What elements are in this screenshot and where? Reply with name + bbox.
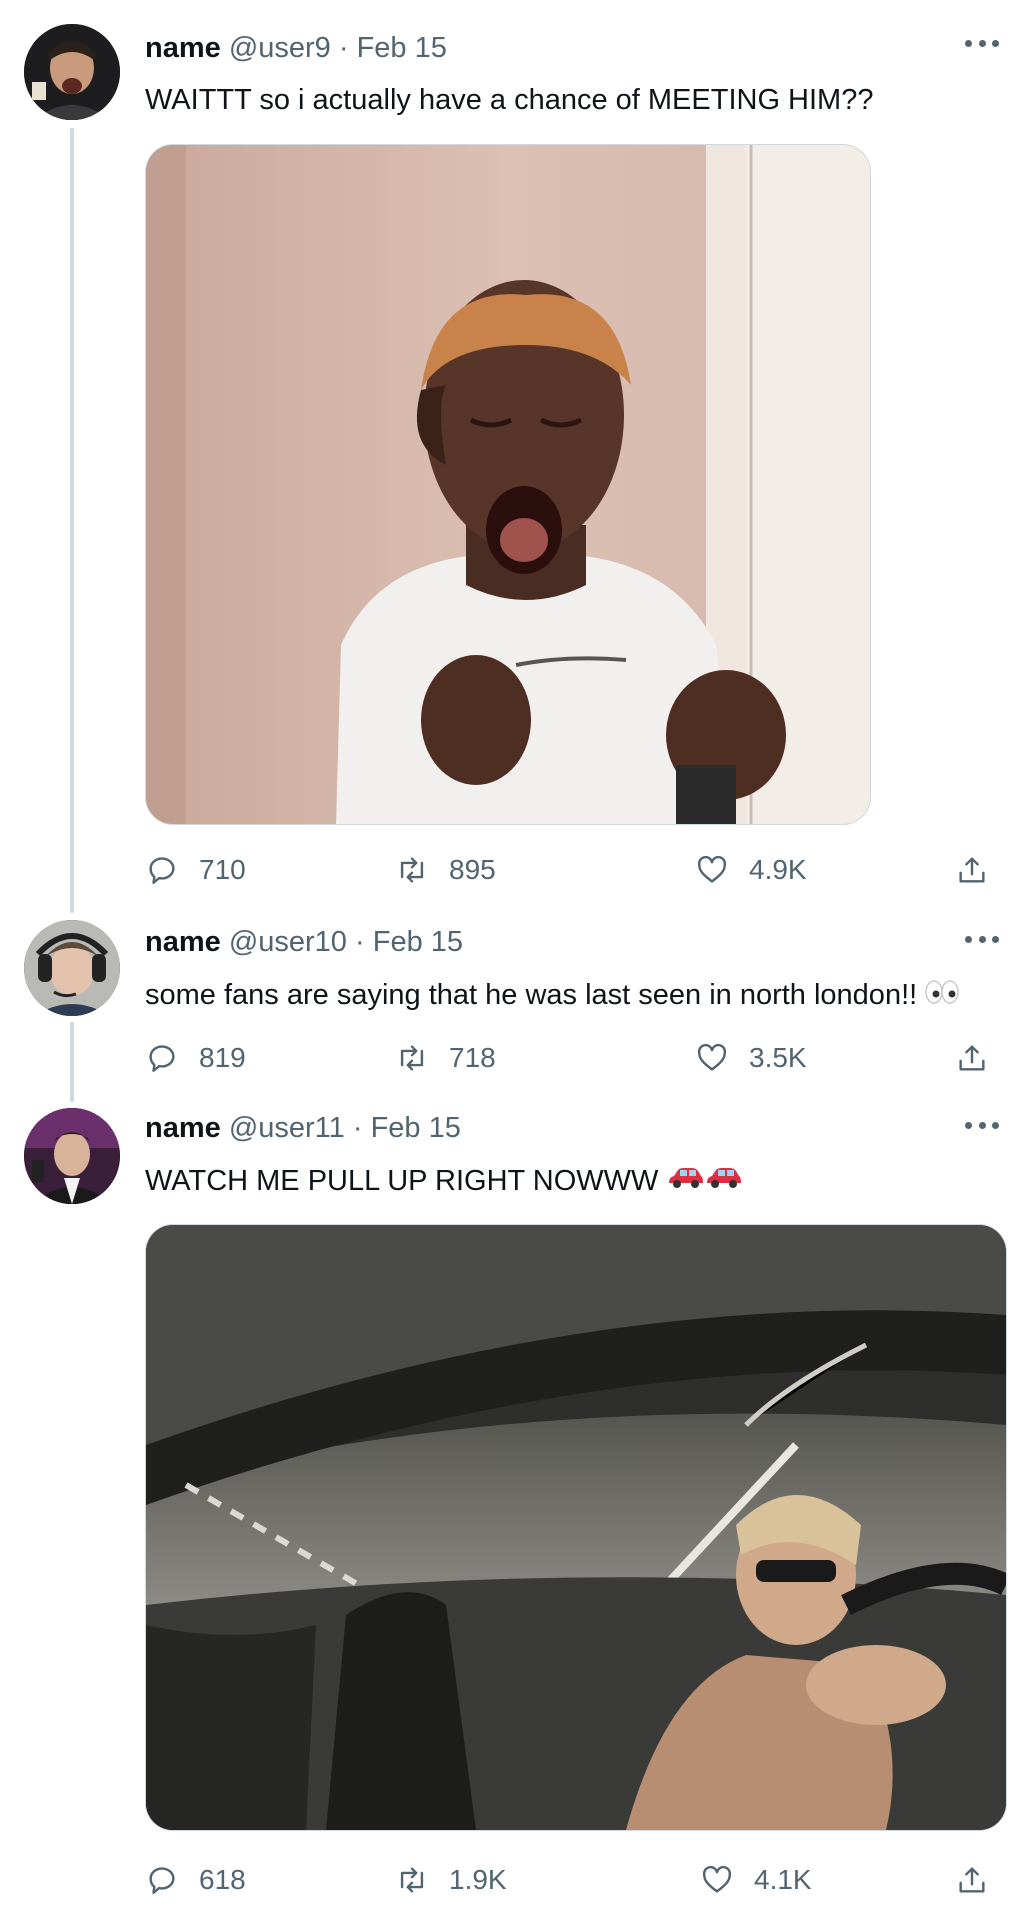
- tweet-text-content: some fans are saying that he was last se…: [145, 979, 918, 1011]
- like-count: 3.5K: [749, 1042, 807, 1073]
- retweet-icon: [400, 1045, 424, 1071]
- avatar[interactable]: [24, 24, 120, 120]
- tweet-actions: 618 1.9K 4.1K: [145, 1860, 1005, 1900]
- reply-icon: [149, 1867, 175, 1894]
- thread-line: [70, 1022, 74, 1102]
- share-icon: [959, 1045, 985, 1071]
- retweet-count: 1.9K: [449, 1864, 507, 1895]
- share-icon: [959, 857, 985, 883]
- like-button[interactable]: 4.1K: [700, 1860, 812, 1900]
- reply-count: 618: [199, 1864, 246, 1895]
- tweet-media-photo[interactable]: [145, 144, 871, 825]
- thread-line: [70, 128, 74, 913]
- more-options-icon[interactable]: [965, 1120, 999, 1130]
- handle[interactable]: @user11: [229, 1112, 345, 1144]
- retweet-icon: [400, 857, 424, 883]
- tweet-text: WAITTT so i actually have a chance of ME…: [145, 84, 874, 116]
- more-options-icon[interactable]: [965, 934, 999, 944]
- display-name[interactable]: name: [145, 32, 221, 64]
- share-button[interactable]: [955, 1860, 989, 1900]
- share-icon: [959, 1867, 985, 1893]
- reply-icon: [149, 1045, 175, 1072]
- reply-button[interactable]: 618: [145, 1860, 246, 1900]
- car-icon: [666, 1163, 744, 1201]
- tweet-actions: 819 718 3.5K: [145, 1038, 1005, 1078]
- like-button[interactable]: 4.9K: [695, 850, 807, 890]
- tweet-text: WATCH ME PULL UP RIGHT NOWWW: [145, 1162, 744, 1201]
- tweet-actions: 710 895 4.9K: [145, 850, 1005, 890]
- tweet-header: name @user11 · Feb 15: [145, 1110, 461, 1146]
- like-count: 4.1K: [754, 1864, 812, 1895]
- heart-icon: [702, 1865, 732, 1893]
- reply-icon: [149, 857, 175, 884]
- tweet-date[interactable]: Feb 15: [371, 1112, 461, 1144]
- retweet-count: 895: [449, 854, 496, 885]
- tweet-text: some fans are saying that he was last se…: [145, 976, 959, 1015]
- reply-count: 819: [199, 1042, 246, 1073]
- reply-button[interactable]: 819: [145, 1038, 246, 1078]
- heart-icon: [697, 855, 727, 883]
- reply-button[interactable]: 710: [145, 850, 246, 890]
- tweet-1[interactable]: name @user9 · Feb 15 WAITTT so i actuall…: [0, 0, 1027, 920]
- share-button[interactable]: [955, 1038, 989, 1078]
- tweet-date[interactable]: Feb 15: [373, 926, 463, 958]
- retweet-button[interactable]: 718: [395, 1038, 496, 1078]
- tweet-text-content: WATCH ME PULL UP RIGHT NOWWW: [145, 1165, 659, 1197]
- like-count: 4.9K: [749, 854, 807, 885]
- retweet-icon: [400, 1867, 424, 1893]
- reply-count: 710: [199, 854, 246, 885]
- tweet-header: name @user10 · Feb 15: [145, 924, 463, 960]
- separator: ·: [346, 926, 373, 958]
- tweet-date[interactable]: Feb 15: [357, 32, 447, 64]
- tweet-3[interactable]: name @user11 · Feb 15 WATCH ME PULL UP R…: [0, 1108, 1027, 1920]
- more-options-icon[interactable]: [965, 38, 999, 48]
- handle[interactable]: @user10: [229, 926, 347, 958]
- tweet-header: name @user9 · Feb 15: [145, 30, 447, 66]
- tweet-media-video[interactable]: [145, 1224, 1007, 1831]
- share-button[interactable]: [955, 850, 989, 890]
- avatar[interactable]: [24, 920, 120, 1016]
- retweet-button[interactable]: 1.9K: [395, 1860, 507, 1900]
- separator: ·: [330, 32, 357, 64]
- heart-icon: [697, 1043, 727, 1071]
- retweet-button[interactable]: 895: [395, 850, 496, 890]
- separator: ·: [344, 1112, 371, 1144]
- like-button[interactable]: 3.5K: [695, 1038, 807, 1078]
- handle[interactable]: @user9: [229, 32, 331, 64]
- retweet-count: 718: [449, 1042, 496, 1073]
- eyes-icon: [925, 977, 959, 1015]
- tweet-2[interactable]: name @user10 · Feb 15 some fans are sayi…: [0, 920, 1027, 1105]
- display-name[interactable]: name: [145, 1112, 221, 1144]
- display-name[interactable]: name: [145, 926, 221, 958]
- avatar[interactable]: [24, 1108, 120, 1204]
